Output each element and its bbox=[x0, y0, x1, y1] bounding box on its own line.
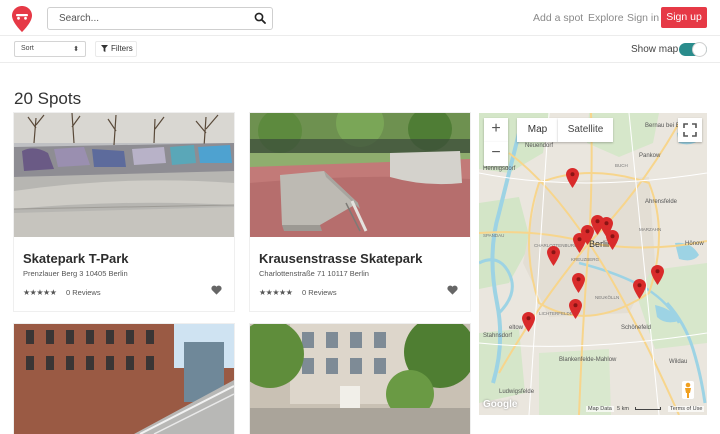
spot-address: Prenzlauer Berg 3 10405 Berlin bbox=[23, 269, 128, 278]
filters-label: Filters bbox=[111, 44, 133, 53]
terms-of-use-link[interactable]: Terms of Use bbox=[668, 406, 705, 412]
filter-toolbar: Sort ⬍ Filters Show map bbox=[0, 37, 720, 63]
map-place-label: Blankenfelde-Mahlow bbox=[559, 357, 617, 363]
map-footer: Google Map Data 5 km Terms of Use bbox=[479, 399, 707, 415]
sort-label: Sort bbox=[21, 45, 34, 52]
map-place-label: eltow bbox=[509, 325, 524, 331]
show-map-label: Show map bbox=[631, 44, 679, 55]
map-canvas[interactable] bbox=[479, 113, 707, 415]
favorite-heart-icon[interactable] bbox=[211, 285, 222, 295]
map-marker-pin-icon[interactable] bbox=[633, 279, 646, 299]
map-place-label: Pankow bbox=[639, 153, 661, 159]
map-marker-pin-icon[interactable] bbox=[651, 265, 664, 285]
map-district-label: NEUKÖLLN bbox=[595, 295, 620, 300]
search-input[interactable] bbox=[59, 8, 249, 29]
map-marker-pin-icon[interactable] bbox=[522, 312, 535, 332]
rating-stars-icon: ★★★★★ bbox=[23, 288, 57, 297]
rating-stars-icon: ★★★★★ bbox=[259, 288, 293, 297]
map-scale-bar bbox=[635, 407, 661, 410]
results-count-title: 20 Spots bbox=[14, 89, 82, 108]
search-icon[interactable] bbox=[254, 12, 266, 24]
zoom-out-button[interactable]: − bbox=[484, 142, 508, 166]
map-marker-pin-icon[interactable] bbox=[547, 246, 560, 266]
review-count: 0 Reviews bbox=[66, 288, 101, 297]
spot-photo[interactable] bbox=[250, 324, 470, 434]
spot-title[interactable]: Krausenstrasse Skatepark bbox=[259, 251, 422, 266]
sign-up-button[interactable]: Sign up bbox=[661, 7, 707, 28]
sign-in-link[interactable]: Sign in bbox=[627, 12, 659, 24]
spot-card[interactable] bbox=[14, 324, 234, 434]
map-place-label: Ludwigsfelde bbox=[499, 389, 535, 395]
fullscreen-icon bbox=[683, 123, 697, 137]
map-place-label: Hennigsdorf bbox=[483, 166, 516, 172]
show-map-toggle[interactable] bbox=[679, 42, 707, 57]
spot-card[interactable]: Skatepark T-Park Prenzlauer Berg 3 10405… bbox=[14, 113, 234, 311]
map-place-label: Schönefeld bbox=[621, 325, 652, 331]
spot-photo[interactable] bbox=[250, 113, 470, 237]
map-district-label: LICHTERFELDE bbox=[539, 311, 573, 316]
google-logo[interactable]: Google bbox=[483, 399, 517, 410]
map-district-label: BUCH bbox=[615, 163, 628, 168]
map-marker-pin-icon[interactable] bbox=[572, 273, 585, 293]
filters-button[interactable]: Filters bbox=[95, 41, 137, 57]
map-district-label: MARZAHN bbox=[639, 227, 662, 232]
map-type-map-button[interactable]: Map bbox=[517, 118, 558, 142]
map-scale-label: 5 km bbox=[617, 406, 629, 412]
add-spot-link[interactable]: Add a spot bbox=[533, 12, 583, 24]
map-district-label: KREUZBERG bbox=[571, 257, 600, 262]
map-marker-pin-icon[interactable] bbox=[606, 230, 619, 250]
spot-photo[interactable] bbox=[14, 324, 234, 434]
map-type-satellite-button[interactable]: Satellite bbox=[558, 118, 613, 142]
logo-pin-icon[interactable] bbox=[12, 6, 32, 32]
review-count: 0 Reviews bbox=[302, 288, 337, 297]
spots-map[interactable]: Bernau bei Berlin Neuendorf Hennigsdorf … bbox=[479, 113, 707, 415]
toggle-knob bbox=[692, 42, 707, 57]
map-place-label: Neuendorf bbox=[525, 143, 554, 149]
fullscreen-button[interactable] bbox=[678, 118, 702, 142]
map-marker-pin-icon[interactable] bbox=[573, 233, 586, 253]
spot-address: Charlottenstraße 71 10117 Berlin bbox=[259, 269, 369, 278]
map-place-label: Ahrensfelde bbox=[645, 199, 678, 205]
map-place-label: Stahnsdorf bbox=[483, 333, 513, 339]
zoom-in-button[interactable]: + bbox=[484, 118, 508, 142]
search-box[interactable] bbox=[47, 7, 273, 30]
spot-photo[interactable] bbox=[14, 113, 234, 237]
spot-title[interactable]: Skatepark T-Park bbox=[23, 251, 129, 266]
map-marker-pin-icon[interactable] bbox=[566, 168, 579, 188]
map-marker-pin-icon[interactable] bbox=[569, 299, 582, 319]
map-district-label: SPANDAU bbox=[483, 233, 505, 238]
filter-funnel-icon bbox=[101, 45, 108, 52]
sort-caret-icon: ⬍ bbox=[73, 46, 79, 53]
street-view-pegman-icon[interactable] bbox=[682, 381, 694, 399]
explore-link[interactable]: Explore bbox=[588, 12, 624, 24]
map-data-label[interactable]: Map Data bbox=[586, 406, 614, 412]
sort-select[interactable]: Sort ⬍ bbox=[14, 41, 86, 57]
spot-card[interactable] bbox=[250, 324, 470, 434]
spot-card[interactable]: Krausenstrasse Skatepark Charlottenstraß… bbox=[250, 113, 470, 311]
top-header: Add a spot Explore Sign in Sign up bbox=[0, 0, 720, 36]
favorite-heart-icon[interactable] bbox=[447, 285, 458, 295]
map-place-label: Hönow bbox=[685, 241, 704, 247]
map-place-label: Wildau bbox=[669, 359, 688, 365]
